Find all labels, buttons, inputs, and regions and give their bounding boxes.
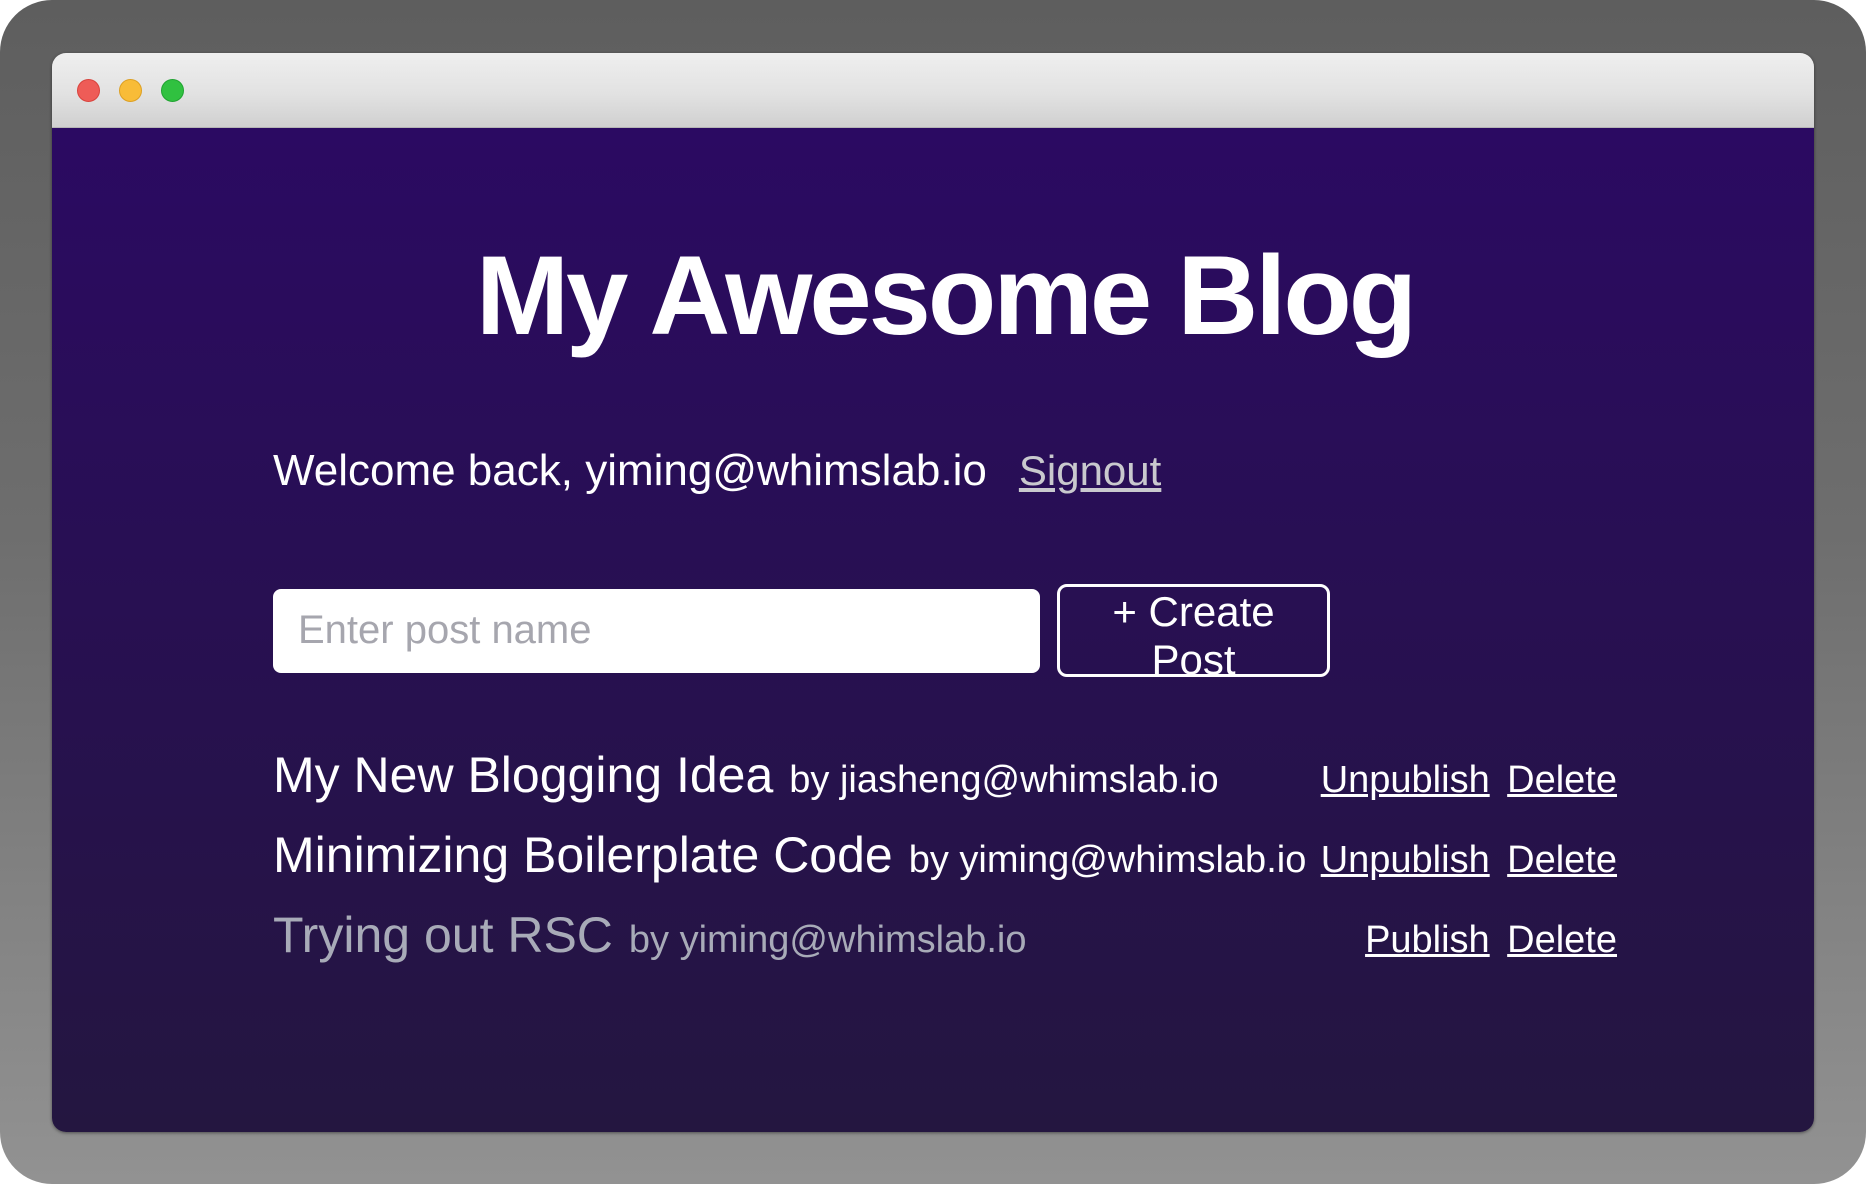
- minimize-window-icon[interactable]: [119, 79, 142, 102]
- title-bar: [52, 53, 1814, 128]
- delete-link[interactable]: Delete: [1507, 839, 1617, 881]
- post-actions: Unpublish Delete: [1321, 839, 1617, 882]
- signout-link[interactable]: Signout: [1019, 447, 1161, 495]
- post-row: My New Blogging Idea by jiasheng@whimsla…: [273, 735, 1617, 815]
- zoom-window-icon[interactable]: [161, 79, 184, 102]
- page-body: My Awesome Blog Welcome back, yiming@whi…: [52, 128, 1814, 1132]
- delete-link[interactable]: Delete: [1507, 919, 1617, 961]
- delete-link[interactable]: Delete: [1507, 759, 1617, 801]
- window-frame: My Awesome Blog Welcome back, yiming@whi…: [0, 0, 1866, 1184]
- post-list: My New Blogging Idea by jiasheng@whimsla…: [273, 735, 1617, 975]
- create-post-button[interactable]: + Create Post: [1057, 584, 1330, 677]
- page-title: My Awesome Blog: [273, 128, 1617, 352]
- post-info: Trying out RSC by yiming@whimslab.io: [273, 895, 1027, 975]
- post-title: My New Blogging Idea: [273, 735, 773, 815]
- post-name-input[interactable]: [273, 589, 1040, 673]
- post-row: Minimizing Boilerplate Code by yiming@wh…: [273, 815, 1617, 895]
- create-post-form: + Create Post: [273, 584, 1617, 677]
- post-title: Minimizing Boilerplate Code: [273, 815, 893, 895]
- post-byline: by yiming@whimslab.io: [629, 919, 1027, 962]
- publish-link[interactable]: Publish: [1365, 919, 1490, 961]
- post-byline: by jiasheng@whimslab.io: [789, 759, 1218, 802]
- unpublish-link[interactable]: Unpublish: [1321, 759, 1490, 801]
- unpublish-link[interactable]: Unpublish: [1321, 839, 1490, 881]
- user-bar: Welcome back, yiming@whimslab.io Signout: [273, 446, 1617, 496]
- browser-window: My Awesome Blog Welcome back, yiming@whi…: [52, 53, 1814, 1132]
- post-actions: Publish Delete: [1365, 919, 1617, 962]
- post-byline: by yiming@whimslab.io: [909, 839, 1307, 882]
- post-row: Trying out RSC by yiming@whimslab.io Pub…: [273, 895, 1617, 975]
- post-title: Trying out RSC: [273, 895, 613, 975]
- close-window-icon[interactable]: [77, 79, 100, 102]
- post-info: My New Blogging Idea by jiasheng@whimsla…: [273, 735, 1219, 815]
- post-info: Minimizing Boilerplate Code by yiming@wh…: [273, 815, 1306, 895]
- post-actions: Unpublish Delete: [1321, 759, 1617, 802]
- welcome-message: Welcome back, yiming@whimslab.io: [273, 446, 987, 496]
